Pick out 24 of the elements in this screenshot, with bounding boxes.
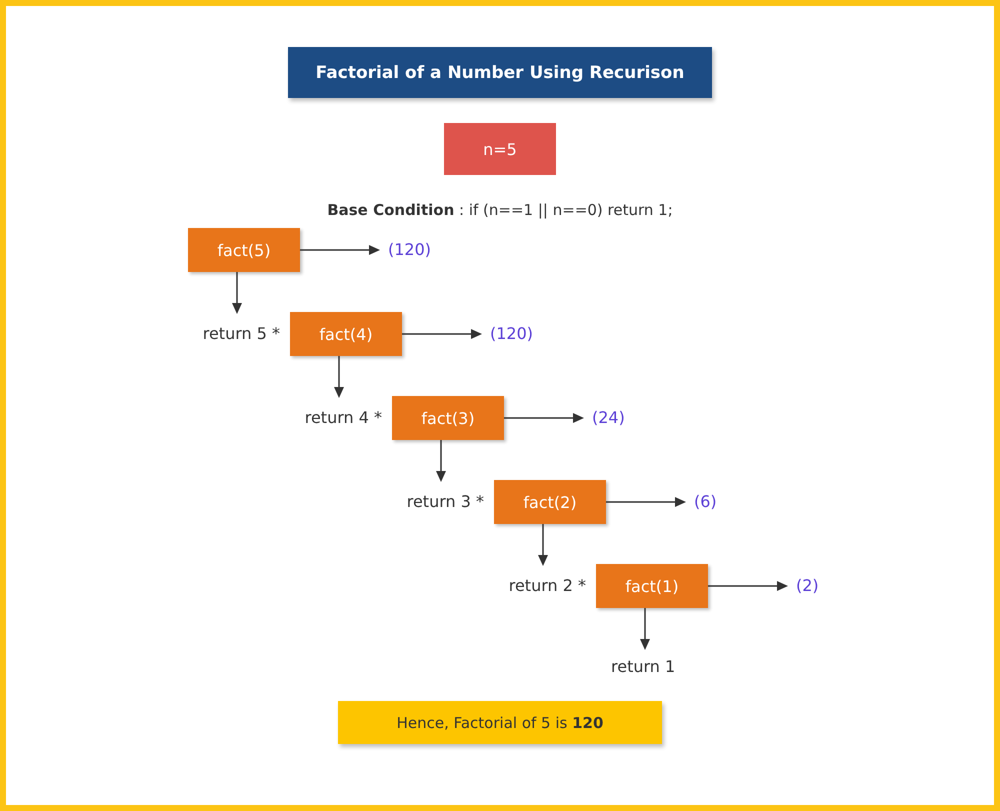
arrow [334,356,344,398]
result-value: (120) [490,324,534,344]
arrow [538,524,548,566]
arrow [232,272,242,314]
return-label: return 1 [611,657,676,677]
result-value: (6) [694,492,717,512]
arrow [640,608,650,650]
input-value: n=5 [444,123,556,175]
return-label: return 2 * [508,576,586,596]
function-call-box: fact(2) [494,480,606,524]
diagram-title: Factorial of a Number Using Recurison [288,47,712,98]
function-call-box: fact(5) [188,228,300,272]
return-label: return 4 * [304,408,382,428]
result-value: (24) [592,408,625,428]
return-label: return 3 * [406,492,484,512]
arrow [436,440,446,482]
return-label: return 5 * [202,324,280,344]
result-value: (120) [388,240,432,260]
result-value: (2) [796,576,819,596]
conclusion-banner: Hence, Factorial of 5 is 120 [338,701,662,744]
function-call-box: fact(3) [392,396,504,440]
base-condition-text: Base Condition : if (n==1 || n==0) return 1; [327,201,673,219]
function-call-box: fact(4) [290,312,402,356]
function-call-box: fact(1) [596,564,708,608]
